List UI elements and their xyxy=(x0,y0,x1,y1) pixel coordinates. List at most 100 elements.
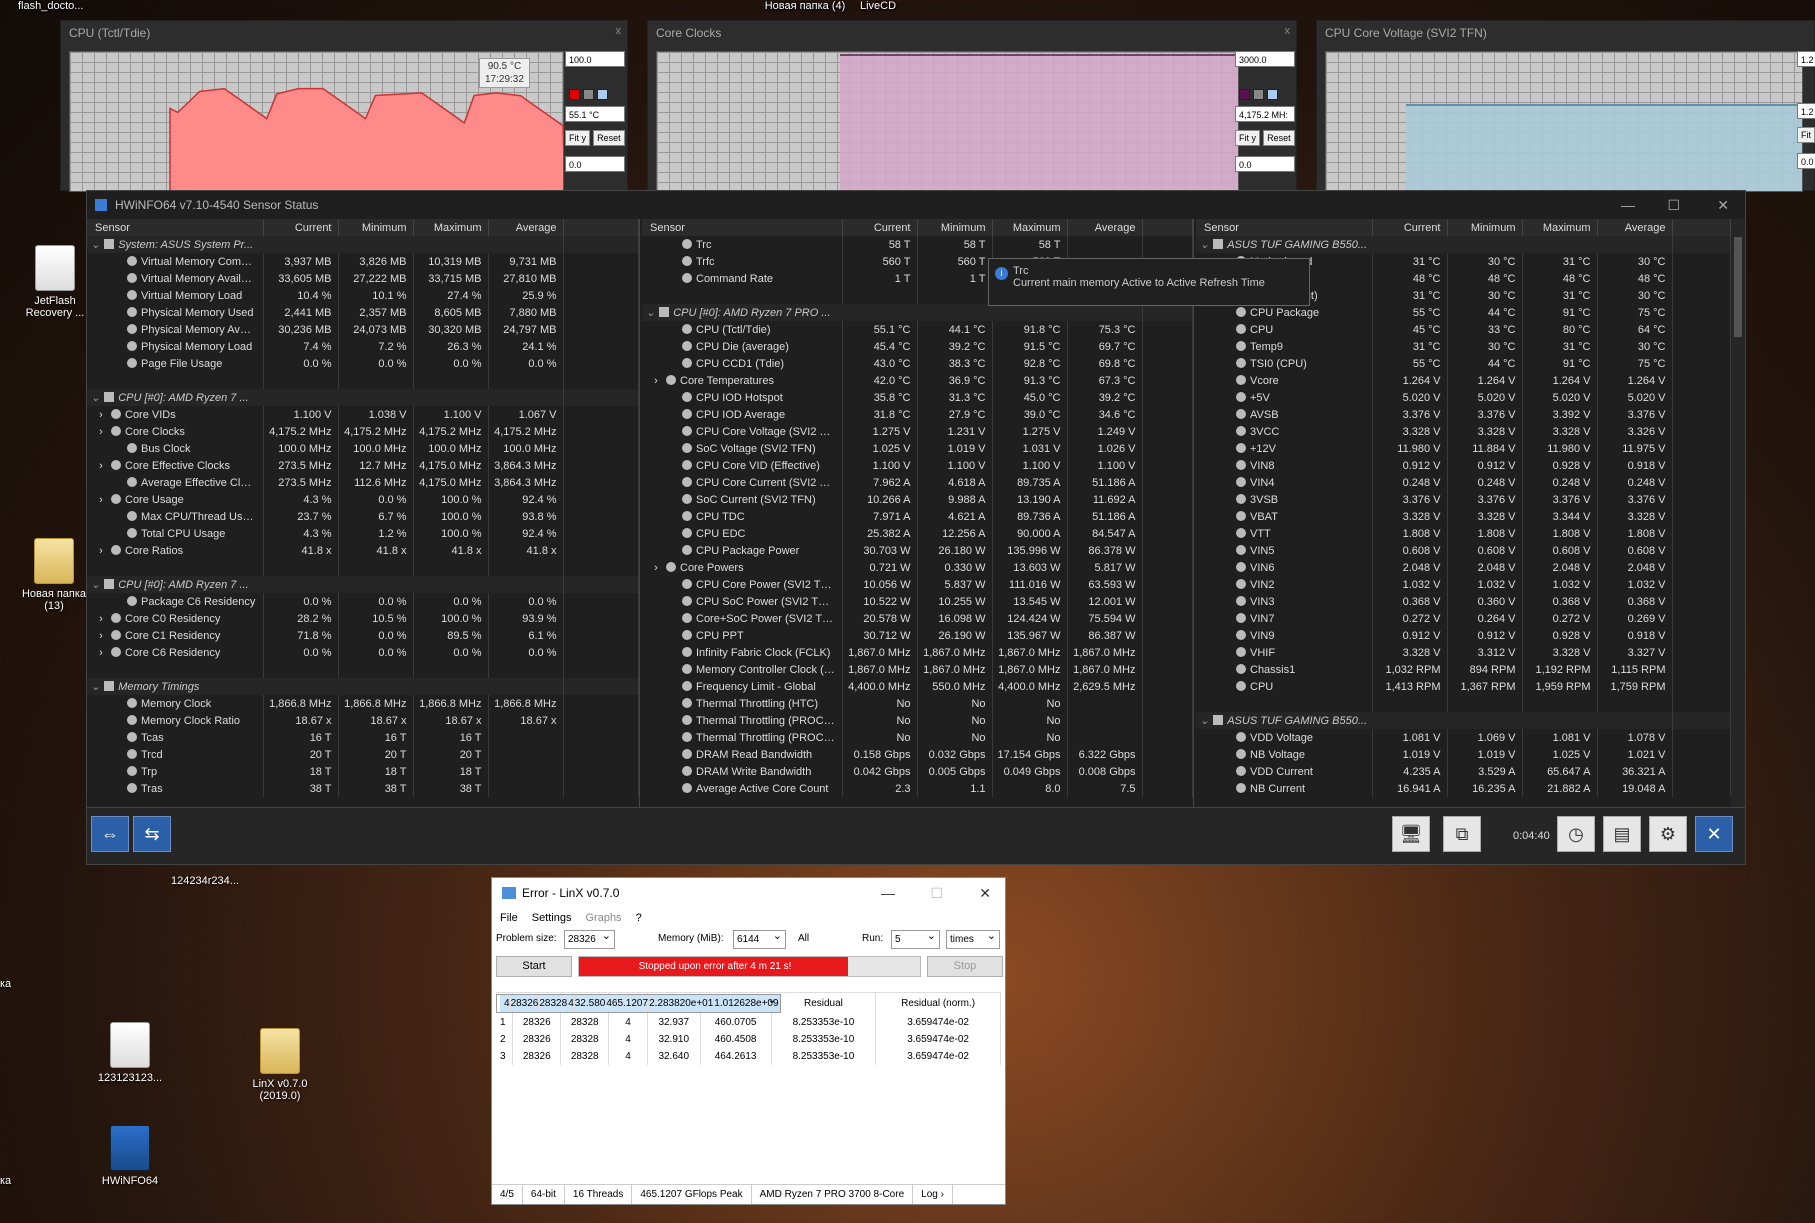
color-swatch[interactable] xyxy=(1239,89,1250,100)
chevron-right-icon[interactable]: › xyxy=(91,630,111,642)
sensor-row[interactable]: CPU IOD Average 31.8 °C 27.9 °C 39.0 °C 34.6… xyxy=(642,406,1193,423)
chevron-right-icon[interactable]: › xyxy=(91,545,111,557)
sensor-row[interactable]: Physical Memory Load 7.4 % 7.2 % 26.3 % 24.1… xyxy=(87,338,639,355)
chevron-right-icon[interactable]: › xyxy=(91,647,111,659)
desktop-label-flash[interactable]: flash_docto... xyxy=(18,0,83,12)
chevron-down-icon[interactable]: ⌄ xyxy=(91,239,100,251)
sensor-row[interactable]: Frequency Limit - Global 4,400.0 MHz 550.0… xyxy=(642,678,1193,695)
group-header-cell[interactable]: ⌄ ASUS TUF GAMING B550... xyxy=(1196,236,1673,253)
menu-file[interactable]: File xyxy=(500,908,518,928)
sensor-row[interactable]: VBAT 3.328 V 3.328 V 3.344 V 3.328 V xyxy=(1196,508,1731,525)
color-swatch[interactable] xyxy=(1267,89,1278,100)
sensor-row[interactable]: › Core C6 Residency 0.0 % 0.0 % 0.0 % 0.0 % xyxy=(87,644,639,661)
sensor-row[interactable]: Physical Memory Used 2,441 MB 2,357 MB 8,60… xyxy=(87,304,639,321)
sensor-row[interactable]: CPU Core Voltage (SVI2 TFN) 1.275 V 1.231 … xyxy=(642,423,1193,440)
sensor-row[interactable]: CPU SoC Power (SVI2 TFN) 10.522 W 10.255 W… xyxy=(642,593,1193,610)
sensor-row[interactable]: VIN4 0.248 V 0.248 V 0.248 V 0.248 V xyxy=(1196,474,1731,491)
menu-help[interactable]: ? xyxy=(636,908,642,928)
graph-window-cpu-temp[interactable]: CPU (Tctl/Tdie) x 90.5 °C 17:29:32 100.0 … xyxy=(60,20,628,192)
desktop-icon-linx[interactable]: LinX v0.7.0 (2019.0) xyxy=(240,1028,320,1102)
sensor-panel-3[interactable]: Sensor Current Minimum Maximum Average ⌄… xyxy=(1196,219,1732,809)
reset-button[interactable]: Reset xyxy=(593,130,625,146)
sensor-row[interactable]: CPU Package Power 30.703 W 26.180 W 135.996… xyxy=(642,542,1193,559)
sensor-row[interactable]: Memory Clock 1,866.8 MHz 1,866.8 MHz 1,866.… xyxy=(87,695,639,712)
blank-row[interactable] xyxy=(87,661,639,678)
column-header-average[interactable]: Average xyxy=(1597,219,1673,236)
start-button[interactable]: Start xyxy=(496,956,572,977)
blank-row[interactable] xyxy=(87,559,639,576)
color-swatch[interactable] xyxy=(1253,89,1264,100)
sensor-row[interactable]: CPU EDC 25.382 A 12.256 A 90.000 A 84.547 A xyxy=(642,525,1193,542)
sensor-row[interactable]: VIN5 0.608 V 0.608 V 0.608 V 0.608 V xyxy=(1196,542,1731,559)
sensor-row[interactable]: Tcas 16 T 16 T 16 T xyxy=(87,729,639,746)
sensor-row[interactable]: VHIF 3.328 V 3.312 V 3.328 V 3.327 V xyxy=(1196,644,1731,661)
sensor-row[interactable]: VIN2 1.032 V 1.032 V 1.032 V 1.032 V xyxy=(1196,576,1731,593)
sensor-panel-1[interactable]: Sensor Current Minimum Maximum Average ⌄… xyxy=(87,219,640,809)
sensor-row[interactable]: Page File Usage 0.0 % 0.0 % 0.0 % 0.0 % xyxy=(87,355,639,372)
table-row[interactable]: 1 28326 28328 4 32.937 460.0705 8.253353e-10 3.… xyxy=(496,1014,1001,1031)
sensor-row[interactable]: Temp9 31 °C 30 °C 31 °C 30 °C xyxy=(1196,338,1731,355)
blank-row[interactable] xyxy=(1196,695,1731,712)
column-header-current[interactable]: Current xyxy=(1372,219,1448,236)
sensor-row[interactable]: VDD Current 4.235 A 3.529 A 65.647 A 36.321 … xyxy=(1196,763,1731,780)
sensor-row[interactable]: AVSB 3.376 V 3.376 V 3.392 V 3.376 V xyxy=(1196,406,1731,423)
window-titlebar[interactable]: HWiNFO64 v7.10-4540 Sensor Status — ☐ ✕ xyxy=(87,191,1745,219)
sensor-row[interactable]: Infinity Fabric Clock (FCLK) 1,867.0 MHz 1… xyxy=(642,644,1193,661)
reset-button[interactable]: Reset xyxy=(1263,130,1295,146)
column-header[interactable]: Residual (norm.) xyxy=(875,992,1001,1014)
fit-y-button[interactable]: Fit xyxy=(1797,127,1815,143)
column-header-minimum[interactable]: Minimum xyxy=(1447,219,1523,236)
sensor-row[interactable]: › Core VIDs 1.100 V 1.038 V 1.100 V 1.067 V xyxy=(87,406,639,423)
sensor-row[interactable]: SoC Voltage (SVI2 TFN) 1.025 V 1.019 V 1.03… xyxy=(642,440,1193,457)
sensor-row[interactable]: Core+SoC Power (SVI2 TFN) 20.578 W 16.098 … xyxy=(642,610,1193,627)
hwinfo-sensor-window[interactable]: HWiNFO64 v7.10-4540 Sensor Status — ☐ ✕ … xyxy=(86,190,1746,865)
column-header-maximum[interactable]: Maximum xyxy=(992,219,1068,236)
sensor-row[interactable]: CPU Die (average) 45.4 °C 39.2 °C 91.5 °C 69… xyxy=(642,338,1193,355)
graph-window-core-voltage[interactable]: CPU Core Voltage (SVI2 TFN) 1.2 1.2 Fit … xyxy=(1316,20,1815,192)
table-row[interactable]: 3 28326 28328 4 32.640 464.2613 8.253353e-10 3.… xyxy=(496,1048,1001,1065)
table-row[interactable]: 2 28326 28328 4 32.910 460.4508 8.253353e-10 3.… xyxy=(496,1031,1001,1048)
sensor-row[interactable]: CPU (Tctl/Tdie) 55.1 °C 44.1 °C 91.8 °C 75.3… xyxy=(642,321,1193,338)
chevron-right-icon[interactable]: › xyxy=(91,613,111,625)
maximize-icon[interactable]: ☐ xyxy=(1667,191,1680,219)
sensor-group-header[interactable]: ⌄ CPU [#0]: AMD Ryzen 7 ... xyxy=(87,576,639,593)
chevron-down-icon[interactable]: ⌄ xyxy=(91,681,100,693)
sensor-row[interactable]: Chassis1 1,032 RPM 894 RPM 1,192 RPM 1,115 R… xyxy=(1196,661,1731,678)
remote-connect-icon[interactable]: ⧉ xyxy=(1443,816,1481,852)
gear-icon[interactable]: ⚙ xyxy=(1649,816,1687,852)
chevron-right-icon[interactable]: › xyxy=(91,494,111,506)
column-header-average[interactable]: Average xyxy=(488,219,564,236)
sensor-row[interactable]: 3VCC 3.328 V 3.328 V 3.328 V 3.326 V xyxy=(1196,423,1731,440)
sensor-row[interactable]: Bus Clock 100.0 MHz 100.0 MHz 100.0 MHz 100.… xyxy=(87,440,639,457)
minimize-icon[interactable]: — xyxy=(1621,191,1635,219)
sensor-row[interactable]: CPU Core Power (SVI2 TFN) 10.056 W 5.837 W… xyxy=(642,576,1193,593)
status-field[interactable]: Log › xyxy=(913,1185,953,1204)
column-header-sensor[interactable]: Sensor xyxy=(87,219,264,236)
sensor-row[interactable]: DRAM Write Bandwidth 0.042 Gbps 0.005 Gbps… xyxy=(642,763,1193,780)
sensor-group-header[interactable]: ⌄ ASUS TUF GAMING B550... xyxy=(1196,712,1731,729)
group-header-cell[interactable]: ⌄ Memory Timings xyxy=(87,678,564,695)
network-monitor-icon[interactable]: 🖥 xyxy=(1392,816,1430,852)
sensor-row[interactable]: DRAM Read Bandwidth 0.158 Gbps 0.032 Gbps 1… xyxy=(642,746,1193,763)
sensor-row[interactable]: Average Active Core Count 2.3 1.1 8.0 7.5 xyxy=(642,780,1193,797)
desktop-icon-124234[interactable]: 124234r234... xyxy=(160,875,250,887)
chevron-down-icon[interactable]: ⌄ xyxy=(91,579,100,591)
sensor-row[interactable]: Thermal Throttling (PROCHOT ...NoNoNo xyxy=(642,729,1193,746)
problem-size-select[interactable]: 28326 xyxy=(564,928,615,949)
desktop-icon-123123[interactable]: 123123123... xyxy=(90,1022,170,1084)
column-header-average[interactable]: Average xyxy=(1067,219,1143,236)
sensor-row[interactable]: NB Current 16.941 A 16.235 A 21.882 A 19.048… xyxy=(1196,780,1731,797)
sensor-row[interactable]: Memory Clock Ratio 18.67 x 18.67 x 18.67 x1… xyxy=(87,712,639,729)
sensor-row[interactable]: VIN3 0.368 V 0.360 V 0.368 V 0.368 V xyxy=(1196,593,1731,610)
clock-icon[interactable]: ◷ xyxy=(1557,816,1595,852)
column-header-current[interactable]: Current xyxy=(842,219,918,236)
sensor-row[interactable]: Average Effective Clock 273.5 MHz 112.6 MH… xyxy=(87,474,639,491)
column-header-sensor[interactable]: Sensor xyxy=(642,219,843,236)
column-header-minimum[interactable]: Minimum xyxy=(917,219,993,236)
minimize-icon[interactable]: — xyxy=(881,878,895,908)
sensor-row[interactable]: › Core Clocks 4,175.2 MHz 4,175.2 MHz 4,175.… xyxy=(87,423,639,440)
group-header-cell[interactable]: ⌄ System: ASUS System Pr... xyxy=(87,236,564,253)
menu-graphs[interactable]: Graphs xyxy=(585,908,621,928)
group-header-cell[interactable]: ⌄ ASUS TUF GAMING B550... xyxy=(1196,712,1673,729)
sensor-row[interactable]: TSI0 (CPU) 55 °C 44 °C 91 °C 75 °C xyxy=(1196,355,1731,372)
